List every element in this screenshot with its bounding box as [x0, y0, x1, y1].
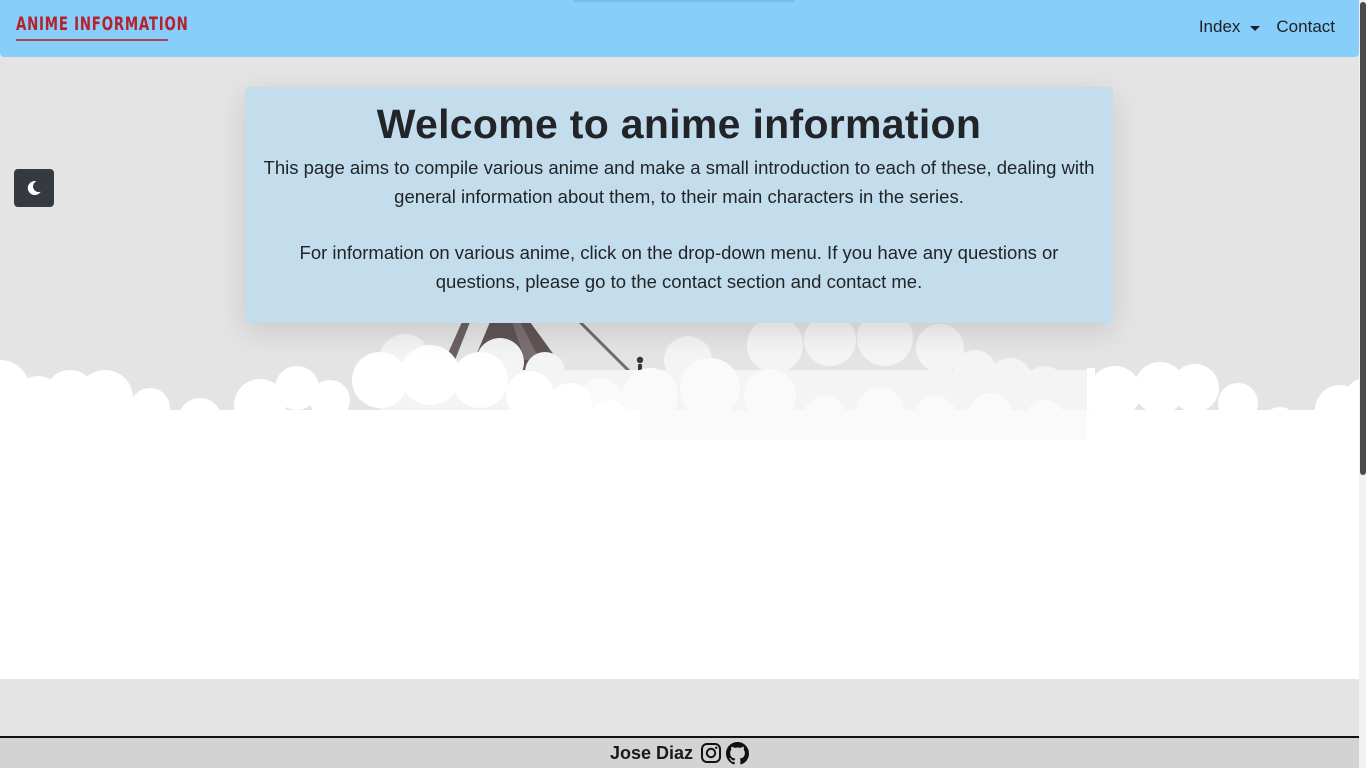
scrollbar-thumb[interactable]	[1360, 2, 1366, 475]
top-shadow	[573, 0, 795, 3]
brand-text: ANIME INFORMATION	[16, 13, 189, 35]
lower-band	[0, 679, 1359, 736]
brand-underline	[16, 39, 168, 41]
moon-icon	[27, 180, 41, 195]
theme-toggle-button[interactable]	[14, 169, 54, 207]
footer-author-name: Jose Diaz	[609, 742, 694, 763]
brand-logo[interactable]: ANIME INFORMATION	[16, 10, 188, 42]
intro-paragraph: This page aims to compile various anime …	[263, 157, 1095, 207]
github-icon[interactable]	[726, 741, 750, 765]
instagram-icon[interactable]	[699, 742, 722, 765]
welcome-card: Welcome to anime information This page a…	[245, 87, 1113, 323]
nav-contact-label: Contact	[1276, 17, 1335, 36]
nav-contact-link[interactable]: Contact	[1276, 17, 1335, 37]
vertical-scrollbar[interactable]	[1359, 0, 1366, 768]
nav-index-label: Index	[1198, 17, 1241, 36]
navbar: ANIME INFORMATION Index Contact	[0, 0, 1359, 57]
nav-links: Index Contact	[1199, 17, 1335, 37]
instructions-paragraph: For information on various anime, click …	[299, 242, 1059, 292]
footer: Jose Diaz	[0, 736, 1359, 768]
page-title: Welcome to anime information	[376, 101, 982, 147]
page-background-white	[0, 440, 1359, 679]
chevron-down-icon	[1250, 25, 1261, 31]
nav-index-dropdown[interactable]: Index	[1199, 17, 1261, 37]
